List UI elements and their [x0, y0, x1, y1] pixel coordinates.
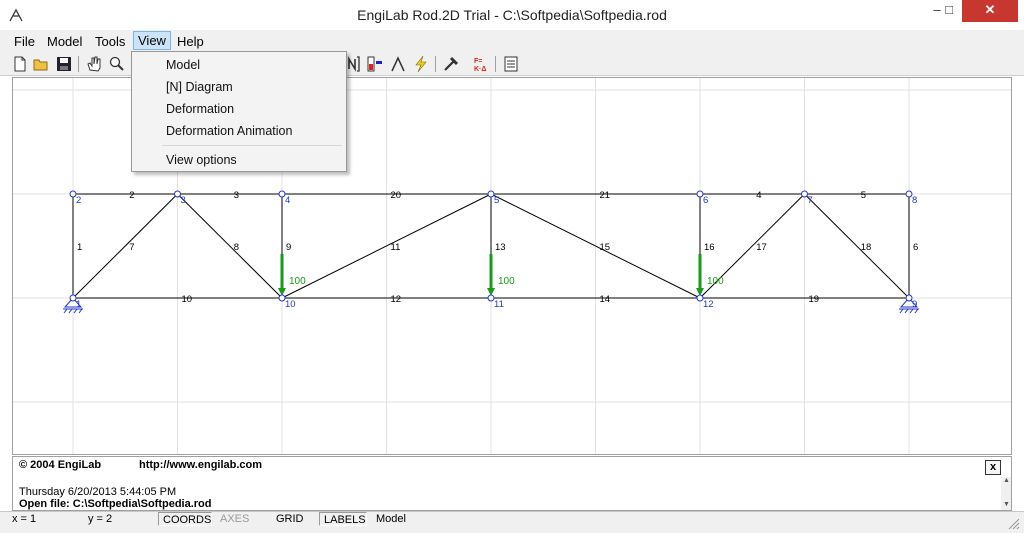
toolbar-separator: [495, 56, 496, 72]
member-label: 10: [182, 294, 193, 305]
member-label: 8: [234, 242, 239, 253]
truss-member: [177, 193, 283, 299]
node-label: 1: [76, 299, 81, 310]
member-label: 18: [861, 242, 872, 253]
lightning-icon[interactable]: [412, 55, 430, 73]
member-label: 6: [913, 242, 918, 253]
load-value: 100: [289, 276, 306, 287]
node-label: 9: [912, 299, 917, 310]
svg-text:F=: F=: [474, 58, 482, 65]
load-arrows: 100 100 100: [278, 254, 724, 296]
new-file-icon[interactable]: [11, 55, 29, 73]
node-label: 4: [285, 195, 290, 206]
view-menu-n-diagram[interactable]: [N] Diagram: [166, 80, 233, 94]
view-menu-view-options[interactable]: View options: [166, 153, 237, 167]
title-bar: EngiLab Rod.2D Trial - C:\Softpedia\Soft…: [0, 0, 1024, 30]
member-label: 11: [391, 242, 401, 253]
member-label: 21: [600, 190, 611, 201]
svg-text:K·Δ: K·Δ: [474, 66, 486, 73]
status-axes-toggle[interactable]: AXES: [216, 512, 258, 526]
member-label: 17: [756, 242, 767, 253]
log-timestamp: Thursday 6/20/2013 5:44:05 PM: [19, 486, 177, 498]
node-label: 10: [285, 299, 296, 310]
status-mode: Model: [376, 513, 406, 525]
node-label: 6: [703, 195, 708, 206]
member-label: 12: [391, 294, 402, 305]
member-label: 14: [600, 294, 611, 305]
truss-member: [72, 193, 178, 299]
status-labels-toggle[interactable]: LABELS: [319, 512, 367, 526]
status-grid-toggle[interactable]: GRID: [272, 512, 312, 526]
menu-separator: [162, 145, 342, 146]
member-label: 15: [600, 242, 611, 253]
scroll-up-arrow-icon[interactable]: ▲: [1001, 477, 1011, 487]
menu-file[interactable]: File: [10, 33, 39, 50]
status-coords-toggle[interactable]: COORDS: [158, 512, 212, 526]
view-menu-deformation[interactable]: Deformation: [166, 102, 234, 116]
tools-hammer-icon[interactable]: [442, 55, 460, 73]
status-y-coord: y = 2: [88, 513, 113, 525]
maximize-button[interactable]: □: [934, 0, 964, 22]
member-label: 13: [495, 242, 506, 253]
view-menu-dropdown: Model [N] Diagram Deformation Deformatio…: [131, 51, 347, 172]
pan-hand-icon[interactable]: [85, 55, 103, 73]
member-label: 7: [129, 242, 134, 253]
member-label: 9: [286, 242, 291, 253]
truss-member: [804, 193, 910, 299]
close-button[interactable]: ✕: [962, 0, 1018, 22]
window-title: EngiLab Rod.2D Trial - C:\Softpedia\Soft…: [357, 7, 667, 23]
message-log: © 2004 EngiLab http://www.engilab.com Th…: [12, 456, 1012, 511]
node-label: 8: [912, 195, 917, 206]
load-value: 100: [707, 276, 724, 287]
node-label: 11: [494, 299, 504, 310]
view-menu-model[interactable]: Model: [166, 58, 200, 72]
member-label: 2: [129, 190, 134, 201]
report-icon[interactable]: [502, 55, 520, 73]
status-x-coord: x = 1: [12, 513, 37, 525]
save-icon[interactable]: [55, 55, 73, 73]
toolbar-separator: [78, 56, 79, 72]
lambda-icon[interactable]: [389, 55, 407, 73]
log-copyright: © 2004 EngiLab: [19, 459, 102, 471]
node-label: 7: [808, 195, 813, 206]
toolbar-separator: [435, 56, 436, 72]
menu-tools[interactable]: Tools: [91, 33, 129, 50]
resize-grip-icon[interactable]: [1006, 516, 1020, 530]
member-label: 4: [756, 190, 761, 201]
log-scrollbar[interactable]: ▲ ▼: [1001, 477, 1011, 510]
member-label: 5: [861, 190, 866, 201]
open-folder-icon[interactable]: [32, 55, 50, 73]
status-bar: x = 1 y = 2 COORDS AXES GRID LABELS Mode…: [0, 511, 1024, 533]
menu-bar: File Model Tools View Help: [0, 30, 1024, 52]
menu-model[interactable]: Model: [43, 33, 86, 50]
zoom-icon[interactable]: [108, 55, 126, 73]
log-open-file: Open file: C:\Softpedia\Softpedia.rod: [19, 498, 212, 510]
node-label: 2: [76, 195, 81, 206]
member-label: 19: [809, 294, 820, 305]
member-label: 20: [391, 190, 402, 201]
menu-view[interactable]: View: [133, 31, 171, 50]
view-menu-deformation-animation[interactable]: Deformation Animation: [166, 124, 292, 138]
member-label: 3: [234, 190, 239, 201]
log-close-button[interactable]: x: [985, 460, 1001, 475]
menu-help[interactable]: Help: [173, 33, 208, 50]
log-url-link[interactable]: http://www.engilab.com: [139, 459, 262, 471]
scroll-down-arrow-icon[interactable]: ▼: [1001, 501, 1011, 510]
member-label: 1: [77, 242, 82, 253]
load-value: 100: [498, 276, 515, 287]
rod-color-icon[interactable]: [366, 55, 384, 73]
fk-delta-icon[interactable]: F= K·Δ: [472, 55, 490, 73]
member-labels: 12 3 20 21 4 567 8 9 11 13 15 16 17 1810 12 14 19: [77, 190, 918, 305]
member-label: 16: [704, 242, 715, 253]
node-label: 12: [703, 299, 714, 310]
node-label: 3: [181, 195, 186, 206]
node-label: 5: [494, 195, 499, 206]
